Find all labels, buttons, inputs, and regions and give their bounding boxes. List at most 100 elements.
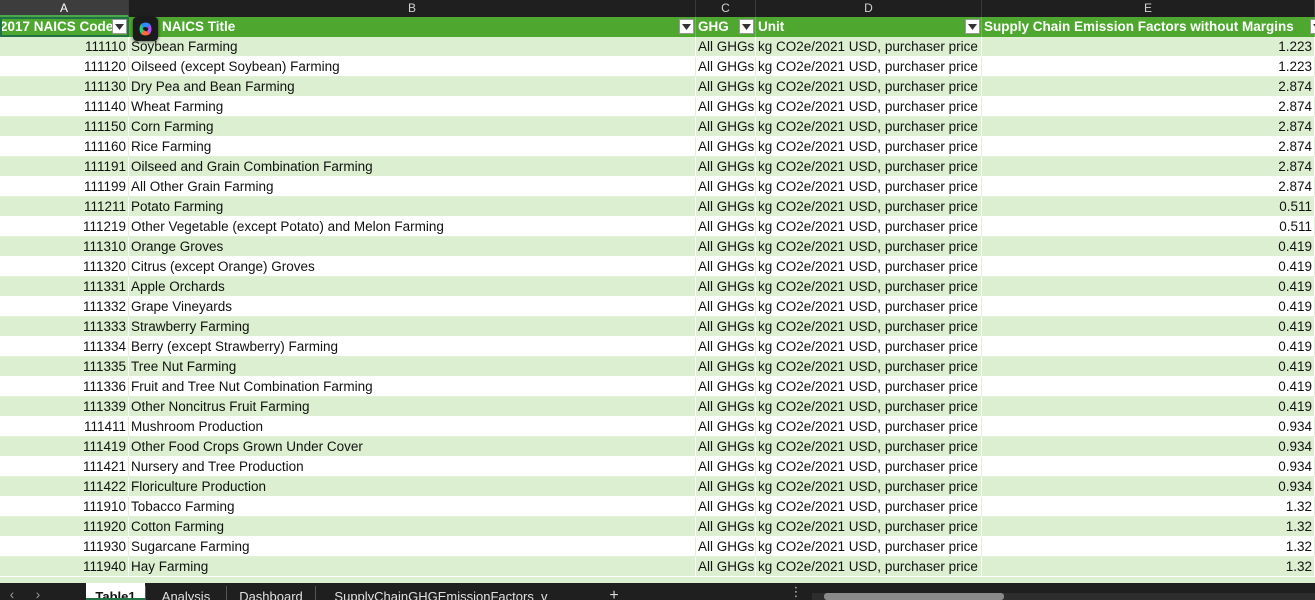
cell-naics-code[interactable]: 111331: [0, 277, 129, 297]
filter-dropdown-icon[interactable]: [679, 19, 694, 34]
cell-unit[interactable]: kg CO2e/2021 USD, purchaser price: [756, 277, 982, 297]
cell-naics-code[interactable]: 111940: [0, 557, 129, 577]
cell-naics-title[interactable]: Sugarcane Farming: [129, 537, 696, 557]
cell-ghg[interactable]: All GHGs: [696, 377, 756, 397]
cell-emission-factor[interactable]: 1.223: [982, 37, 1315, 57]
cell-naics-code[interactable]: 111334: [0, 337, 129, 357]
cell-naics-code[interactable]: 111339: [0, 397, 129, 417]
cell-unit[interactable]: kg CO2e/2021 USD, purchaser price: [756, 77, 982, 97]
cell-naics-code[interactable]: 111130: [0, 77, 129, 97]
cell-ghg[interactable]: All GHGs: [696, 97, 756, 117]
chevron-right-icon[interactable]: ›: [28, 583, 48, 600]
filter-dropdown-icon[interactable]: [1310, 19, 1315, 34]
cell-ghg[interactable]: All GHGs: [696, 317, 756, 337]
horizontal-scrollbar[interactable]: [812, 593, 1315, 600]
cell-emission-factor[interactable]: 0.419: [982, 377, 1315, 397]
cell-naics-title[interactable]: Dry Pea and Bean Farming: [129, 77, 696, 97]
cell-emission-factor[interactable]: 1.32: [982, 497, 1315, 517]
cell-unit[interactable]: kg CO2e/2021 USD, purchaser price: [756, 337, 982, 357]
cell-naics-code[interactable]: 111422: [0, 477, 129, 497]
cell-emission-factor[interactable]: 2.874: [982, 157, 1315, 177]
cell-unit[interactable]: kg CO2e/2021 USD, purchaser price: [756, 517, 982, 537]
cell-unit[interactable]: kg CO2e/2021 USD, purchaser price: [756, 377, 982, 397]
add-sheet-button[interactable]: +: [604, 583, 624, 600]
cell-ghg[interactable]: All GHGs: [696, 237, 756, 257]
cell-unit[interactable]: kg CO2e/2021 USD, purchaser price: [756, 417, 982, 437]
cell-naics-title[interactable]: Tobacco Farming: [129, 497, 696, 517]
cell-ghg[interactable]: All GHGs: [696, 497, 756, 517]
cell-emission-factor[interactable]: 0.419: [982, 397, 1315, 417]
cell-emission-factor[interactable]: 2.874: [982, 77, 1315, 97]
cell-naics-title[interactable]: All Other Grain Farming: [129, 177, 696, 197]
cell-naics-code[interactable]: 111336: [0, 377, 129, 397]
cell-emission-factor[interactable]: 0.934: [982, 477, 1315, 497]
cell-naics-title[interactable]: Oilseed (except Soybean) Farming: [129, 57, 696, 77]
cell-unit[interactable]: kg CO2e/2021 USD, purchaser price: [756, 157, 982, 177]
cell-ghg[interactable]: All GHGs: [696, 297, 756, 317]
cell-unit[interactable]: kg CO2e/2021 USD, purchaser price: [756, 177, 982, 197]
column-header-a[interactable]: A: [0, 0, 129, 17]
cell-emission-factor[interactable]: 0.419: [982, 357, 1315, 377]
cell-ghg[interactable]: All GHGs: [696, 37, 756, 57]
cell-emission-factor[interactable]: 2.874: [982, 117, 1315, 137]
cell-unit[interactable]: kg CO2e/2021 USD, purchaser price: [756, 477, 982, 497]
cell-naics-title[interactable]: Other Noncitrus Fruit Farming: [129, 397, 696, 417]
cell-naics-code[interactable]: 111120: [0, 57, 129, 77]
cell-emission-factor[interactable]: 0.934: [982, 437, 1315, 457]
more-options-icon[interactable]: ⋮: [789, 583, 803, 600]
cell-emission-factor[interactable]: 2.874: [982, 137, 1315, 157]
cell-unit[interactable]: kg CO2e/2021 USD, purchaser price: [756, 297, 982, 317]
cell-naics-code[interactable]: 111160: [0, 137, 129, 157]
cell-naics-code[interactable]: 111310: [0, 237, 129, 257]
column-header-d[interactable]: D: [756, 0, 982, 17]
copilot-icon[interactable]: [133, 17, 158, 41]
cell-unit[interactable]: kg CO2e/2021 USD, purchaser price: [756, 37, 982, 57]
cell-unit[interactable]: kg CO2e/2021 USD, purchaser price: [756, 137, 982, 157]
cell-naics-title[interactable]: Floriculture Production: [129, 477, 696, 497]
cell-naics-title[interactable]: Grape Vineyards: [129, 297, 696, 317]
cell-emission-factor[interactable]: 0.934: [982, 417, 1315, 437]
cell-naics-code[interactable]: 111421: [0, 457, 129, 477]
scrollbar-thumb[interactable]: [824, 593, 1004, 600]
cell-naics-code[interactable]: 111150: [0, 117, 129, 137]
cell-unit[interactable]: kg CO2e/2021 USD, purchaser price: [756, 437, 982, 457]
cell-unit[interactable]: kg CO2e/2021 USD, purchaser price: [756, 497, 982, 517]
cell-ghg[interactable]: All GHGs: [696, 477, 756, 497]
cell-unit[interactable]: kg CO2e/2021 USD, purchaser price: [756, 97, 982, 117]
cell-emission-factor[interactable]: 1.32: [982, 557, 1315, 577]
cell-emission-factor[interactable]: 2.874: [982, 97, 1315, 117]
cell-emission-factor[interactable]: 0.511: [982, 197, 1315, 217]
cell-ghg[interactable]: All GHGs: [696, 117, 756, 137]
cell-unit[interactable]: kg CO2e/2021 USD, purchaser price: [756, 357, 982, 377]
cell-naics-code[interactable]: 111930: [0, 537, 129, 557]
cell-naics-title[interactable]: Citrus (except Orange) Groves: [129, 257, 696, 277]
cell-naics-code[interactable]: 111411: [0, 417, 129, 437]
cell-naics-title[interactable]: Oilseed and Grain Combination Farming: [129, 157, 696, 177]
cell-naics-title[interactable]: Hay Farming: [129, 557, 696, 577]
header-unit[interactable]: Unit: [756, 17, 982, 37]
column-header-e[interactable]: E: [982, 0, 1315, 17]
cell-naics-code[interactable]: 111335: [0, 357, 129, 377]
cell-emission-factor[interactable]: 0.419: [982, 257, 1315, 277]
cell-unit[interactable]: kg CO2e/2021 USD, purchaser price: [756, 237, 982, 257]
header-naics-title[interactable]: NAICS Title: [129, 17, 696, 37]
cell-emission-factor[interactable]: 0.419: [982, 317, 1315, 337]
cell-ghg[interactable]: All GHGs: [696, 537, 756, 557]
cell-naics-title[interactable]: Strawberry Farming: [129, 317, 696, 337]
cell-naics-code[interactable]: 111211: [0, 197, 129, 217]
cell-naics-title[interactable]: Apple Orchards: [129, 277, 696, 297]
cell-ghg[interactable]: All GHGs: [696, 357, 756, 377]
cell-ghg[interactable]: All GHGs: [696, 517, 756, 537]
cell-naics-title[interactable]: Potato Farming: [129, 197, 696, 217]
cell-naics-title[interactable]: Tree Nut Farming: [129, 357, 696, 377]
cell-ghg[interactable]: All GHGs: [696, 397, 756, 417]
cell-unit[interactable]: kg CO2e/2021 USD, purchaser price: [756, 557, 982, 577]
cell-naics-code[interactable]: 111332: [0, 297, 129, 317]
cell-naics-code[interactable]: 111920: [0, 517, 129, 537]
cell-naics-code[interactable]: 111191: [0, 157, 129, 177]
cell-ghg[interactable]: All GHGs: [696, 217, 756, 237]
filter-dropdown-icon[interactable]: [112, 19, 127, 34]
cell-unit[interactable]: kg CO2e/2021 USD, purchaser price: [756, 317, 982, 337]
cell-unit[interactable]: kg CO2e/2021 USD, purchaser price: [756, 197, 982, 217]
cell-ghg[interactable]: All GHGs: [696, 557, 756, 577]
